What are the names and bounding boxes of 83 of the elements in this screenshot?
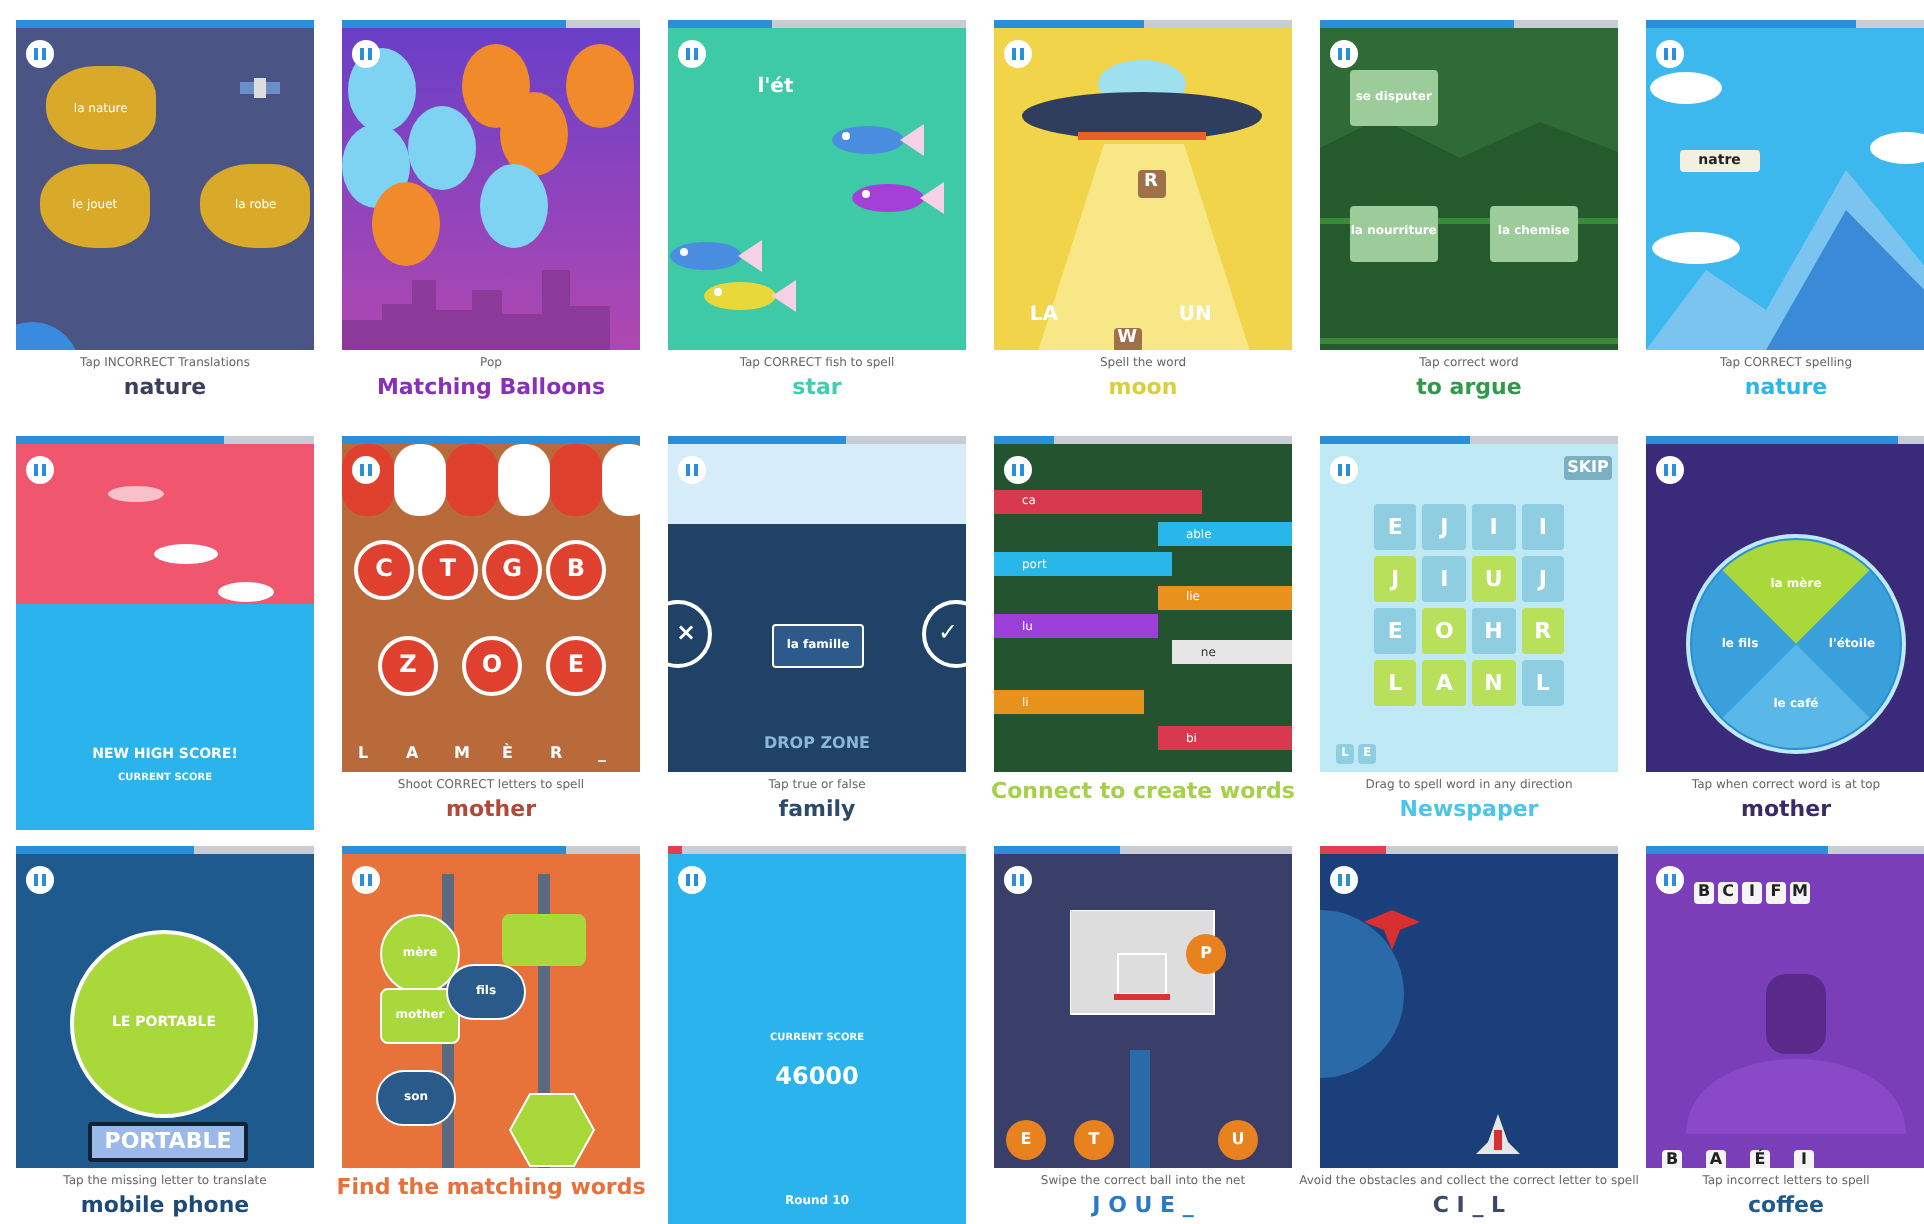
letter-cell[interactable]: I bbox=[1471, 503, 1516, 550]
target-word: coffee bbox=[1748, 1192, 1824, 1220]
letter-target[interactable]: G bbox=[482, 540, 542, 600]
spelled-letter: M bbox=[454, 744, 470, 762]
letter-tile[interactable]: M bbox=[1790, 882, 1810, 904]
pause-button[interactable] bbox=[26, 40, 54, 68]
target-word: Newspaper bbox=[1399, 796, 1539, 824]
letter-target[interactable]: B bbox=[546, 540, 606, 600]
letter-target[interactable]: C bbox=[354, 540, 414, 600]
letter-cell[interactable]: J bbox=[1422, 503, 1466, 550]
letter-target[interactable]: Z bbox=[378, 636, 438, 696]
pause-button[interactable] bbox=[1004, 866, 1032, 894]
letter-ball[interactable]: T bbox=[1074, 1120, 1114, 1160]
letter-tile[interactable]: C bbox=[1718, 882, 1738, 904]
letter-cell[interactable]: U bbox=[1471, 555, 1516, 602]
letter-cell[interactable]: E bbox=[1373, 607, 1417, 654]
spelled-letters: LA bbox=[1029, 304, 1058, 327]
target-word: to argue bbox=[1416, 374, 1522, 402]
spelled-letter: A bbox=[406, 744, 419, 762]
spelled-letters: UN bbox=[1178, 304, 1212, 327]
target-word: mother bbox=[446, 796, 536, 824]
balloon[interactable] bbox=[371, 182, 440, 267]
letter-cell[interactable]: L bbox=[1521, 659, 1565, 706]
letter-ball[interactable]: E bbox=[1006, 1120, 1046, 1160]
balloon[interactable] bbox=[407, 105, 476, 190]
pause-button[interactable] bbox=[1330, 40, 1358, 68]
letter-cell[interactable]: A bbox=[1422, 659, 1466, 706]
letter-cell[interactable]: J bbox=[1373, 555, 1417, 602]
spelled-letter: L bbox=[358, 744, 369, 762]
pause-button[interactable] bbox=[1004, 456, 1032, 484]
letter-tile[interactable]: B bbox=[1694, 882, 1714, 904]
answer-field: PORTABLE bbox=[88, 1122, 248, 1162]
spelled-letter: _ bbox=[598, 744, 606, 762]
target-word: Matching Balloons bbox=[376, 374, 606, 402]
balloon[interactable] bbox=[479, 163, 548, 248]
spelled-letter: R bbox=[550, 744, 563, 762]
letter-cell[interactable]: L bbox=[1373, 659, 1417, 706]
target-word: moon bbox=[1108, 374, 1178, 402]
letter-tile[interactable]: I bbox=[1742, 882, 1762, 904]
letter-ball[interactable]: P bbox=[1186, 934, 1226, 974]
skip-button[interactable]: SKIP bbox=[1564, 456, 1612, 480]
letter-target[interactable]: O bbox=[462, 636, 522, 696]
fish-icon[interactable] bbox=[670, 240, 763, 273]
spelled-letter: È bbox=[502, 744, 513, 762]
pause-button[interactable] bbox=[1330, 866, 1358, 894]
letter-cell[interactable]: O bbox=[1422, 607, 1466, 654]
pause-button[interactable] bbox=[1656, 456, 1684, 484]
target-word: nature bbox=[1744, 374, 1828, 402]
fish-icon[interactable] bbox=[852, 182, 945, 215]
enemy-ship-icon bbox=[1364, 910, 1420, 950]
target-word: nature bbox=[123, 374, 207, 402]
target-word: Find the matching words bbox=[336, 1174, 646, 1202]
target-word: star bbox=[792, 374, 842, 402]
letter-tile[interactable]: B bbox=[1662, 1150, 1682, 1168]
letter-ball[interactable]: U bbox=[1218, 1120, 1258, 1160]
letter-cell[interactable]: H bbox=[1471, 607, 1516, 654]
letter-cell[interactable]: I bbox=[1521, 503, 1565, 550]
target-word: family bbox=[778, 796, 856, 824]
letter-tile[interactable]: A bbox=[1706, 1150, 1726, 1168]
pause-button[interactable] bbox=[26, 866, 54, 894]
pause-button[interactable] bbox=[352, 40, 380, 68]
letter-cell[interactable]: R bbox=[1521, 607, 1565, 654]
letter-cell[interactable]: E bbox=[1373, 503, 1417, 550]
target-word: J O U E _ bbox=[1092, 1192, 1194, 1220]
drop-zone-label: DROP ZONE bbox=[761, 734, 872, 752]
letter-cell[interactable]: I bbox=[1422, 555, 1466, 602]
letter-tile[interactable]: I bbox=[1794, 1150, 1814, 1168]
target-word: mother bbox=[1741, 796, 1831, 824]
pause-button[interactable] bbox=[1656, 866, 1684, 894]
letter-cell[interactable]: N bbox=[1471, 659, 1516, 706]
target-word: mobile phone bbox=[80, 1192, 250, 1220]
fish-icon[interactable] bbox=[831, 124, 924, 157]
letter-target[interactable]: T bbox=[418, 540, 478, 600]
letter-tile[interactable]: F bbox=[1766, 882, 1786, 904]
score-value: 46000 bbox=[773, 1061, 861, 1090]
letter-target[interactable]: E bbox=[546, 636, 606, 696]
satellite-icon bbox=[240, 72, 280, 104]
target-word: C I _ L bbox=[1432, 1192, 1506, 1220]
target-word: Connect to create words bbox=[991, 778, 1295, 806]
letter-tile[interactable]: É bbox=[1750, 1150, 1770, 1168]
letter-cell[interactable]: J bbox=[1521, 555, 1565, 602]
balloon[interactable] bbox=[565, 44, 634, 129]
spelled-word: l'ét bbox=[757, 76, 794, 99]
